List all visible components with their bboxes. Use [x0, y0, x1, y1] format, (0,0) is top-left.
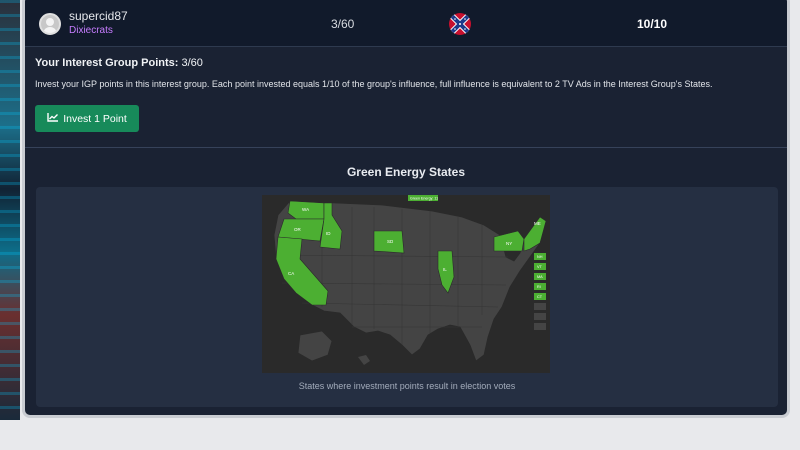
map-label-id: ID — [326, 231, 331, 236]
map-label-ny: NY — [506, 241, 512, 246]
igp-label: Your Interest Group Points: — [35, 57, 179, 69]
map-label-ca: CA — [288, 271, 294, 276]
map-caption: States where investment points result in… — [298, 381, 516, 391]
map-label-wa: WA — [302, 207, 309, 212]
side-box-nj — [534, 303, 546, 310]
map-legend-text: Green Energy: 11 — [410, 197, 438, 201]
confederate-flag-icon — [449, 13, 471, 35]
side-label-ma: MA — [537, 275, 543, 279]
member-points: 3/60 — [331, 17, 355, 31]
side-label-vt: VT — [537, 265, 543, 269]
member-row: supercid87 Dixiecrats 3/60 10/10 — [25, 0, 787, 47]
igp-points-line: Your Interest Group Points: 3/60 — [35, 57, 783, 69]
party-name[interactable]: Dixiecrats — [69, 25, 113, 36]
invest-button-label: Invest 1 Point — [63, 112, 127, 125]
avatar[interactable] — [39, 13, 61, 35]
background-art — [0, 0, 20, 420]
side-box-de — [534, 313, 546, 320]
invest-button[interactable]: Invest 1 Point — [35, 105, 139, 132]
side-label-ct: CT — [537, 295, 543, 299]
map-card: WA OR ID CA SD IL NY ME Green Energy: 11… — [36, 187, 778, 407]
page-bottom — [0, 420, 800, 450]
hawaii — [358, 355, 370, 365]
invest-section: Your Interest Group Points: 3/60 Invest … — [35, 57, 783, 132]
section-divider — [25, 147, 787, 148]
us-map: WA OR ID CA SD IL NY ME Green Energy: 11… — [262, 195, 550, 373]
side-label-nh: NH — [537, 255, 543, 259]
alaska — [297, 330, 333, 362]
map-label-me: ME — [534, 221, 541, 226]
side-label-ri: RI — [537, 285, 541, 289]
username[interactable]: supercid87 — [69, 9, 128, 23]
igp-value: 3/60 — [181, 57, 203, 69]
member-influence: 10/10 — [637, 17, 668, 31]
interest-group-panel: supercid87 Dixiecrats 3/60 10/10 Your In… — [22, 0, 790, 418]
map-label-sd: SD — [387, 239, 394, 244]
igp-description: Invest your IGP points in this interest … — [35, 79, 713, 89]
side-box-md — [534, 323, 546, 330]
map-title: Green Energy States — [346, 165, 466, 179]
map-label-il: IL — [443, 267, 447, 272]
map-label-or: OR — [294, 227, 302, 232]
chart-line-icon — [47, 112, 59, 125]
